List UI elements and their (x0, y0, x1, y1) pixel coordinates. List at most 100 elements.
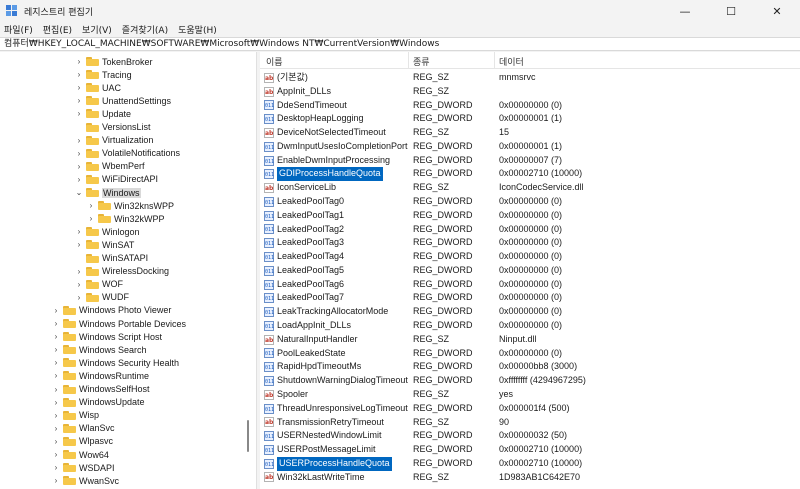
value-row[interactable]: 011 DesktopHeapLogging REG_DWORD 0x00000001… (260, 112, 800, 126)
chevron-right-icon[interactable]: › (51, 369, 61, 382)
tree-item[interactable]: VersionsList (74, 121, 151, 134)
column-type-header[interactable]: 종류 (413, 55, 430, 68)
tree-item[interactable]: › Winlogon (74, 225, 140, 238)
chevron-right-icon[interactable]: › (51, 343, 61, 356)
chevron-right-icon[interactable]: › (74, 238, 84, 251)
chevron-right-icon[interactable]: › (86, 212, 96, 225)
chevron-right-icon[interactable]: › (51, 409, 61, 422)
key-tree[interactable]: › TokenBroker › Tracing › UAC › UnattendSetting… (0, 52, 257, 489)
value-row[interactable]: ab DeviceNotSelectedTimeout REG_SZ 15 (260, 126, 800, 140)
value-row[interactable]: 011 LeakedPoolTag4 REG_DWORD 0x00000000 (0) (260, 250, 800, 264)
value-row[interactable]: 011 LeakTrackingAllocatorMode REG_DWORD 0x0… (260, 305, 800, 319)
tree-scrollbar-thumb[interactable] (247, 420, 249, 452)
tree-item[interactable]: › Windows Search (51, 343, 147, 356)
chevron-right-icon[interactable]: › (51, 304, 61, 317)
chevron-right-icon[interactable]: › (74, 147, 84, 160)
value-row[interactable]: ab NaturalInputHandler REG_SZ Ninput.dll (260, 333, 800, 347)
value-row[interactable]: 011 GDIProcessHandleQuota REG_DWORD 0x00002… (260, 167, 800, 182)
value-row[interactable]: 011 ShutdownWarningDialogTimeout REG_DWORD… (260, 374, 800, 388)
chevron-right-icon[interactable]: › (51, 461, 61, 474)
chevron-down-icon[interactable]: ⌄ (74, 186, 84, 199)
value-row[interactable]: 011 LeakedPoolTag0 REG_DWORD 0x00000000 (0) (260, 195, 800, 209)
value-row[interactable]: 011 LeakedPoolTag6 REG_DWORD 0x00000000 (0) (260, 278, 800, 292)
chevron-right-icon[interactable]: › (74, 55, 84, 68)
tree-item[interactable]: › VolatileNotifications (74, 147, 180, 160)
menu-file[interactable]: 파일(F) (4, 23, 33, 36)
tree-item[interactable]: › WiFiDirectAPI (74, 173, 158, 186)
address-bar[interactable]: 컴퓨터₩HKEY_LOCAL_MACHINE₩SOFTWARE₩Microsof… (0, 37, 800, 51)
chevron-right-icon[interactable]: › (51, 422, 61, 435)
chevron-right-icon[interactable]: › (51, 383, 61, 396)
chevron-right-icon[interactable]: › (51, 317, 61, 330)
tree-item[interactable]: › Wisp (51, 409, 99, 422)
tree-item[interactable]: › WirelessDocking (74, 265, 169, 278)
chevron-right-icon[interactable]: › (74, 134, 84, 147)
value-row[interactable]: 011 EnableDwmInputProcessing REG_DWORD 0x00… (260, 154, 800, 168)
value-row[interactable]: ab Spooler REG_SZ yes (260, 388, 800, 402)
menu-favorites[interactable]: 즐겨찾기(A) (122, 23, 168, 36)
tree-item[interactable]: ⌄ Windows (74, 186, 141, 199)
tree-item[interactable]: › WindowsUpdate (51, 396, 145, 409)
value-row[interactable]: ab TransmissionRetryTimeout REG_SZ 90 (260, 416, 800, 430)
chevron-right-icon[interactable]: › (51, 356, 61, 369)
tree-item[interactable]: › WlanSvc (51, 422, 115, 435)
tree-item[interactable]: › WbemPerf (74, 160, 145, 173)
chevron-right-icon[interactable]: › (51, 474, 61, 487)
chevron-right-icon[interactable]: › (51, 435, 61, 448)
close-button[interactable]: ✕ (754, 0, 800, 22)
tree-item[interactable]: › Win32kWPP (86, 212, 165, 225)
value-row[interactable]: 011 LoadAppInit_DLLs REG_DWORD 0x00000000 (… (260, 319, 800, 333)
value-list[interactable]: 이름 종류 데이터 ab (기본값) REG_SZ mnmsrvc ab AppInit_… (260, 52, 800, 489)
tree-item[interactable]: › WwanSvc (51, 474, 119, 487)
value-row[interactable]: 011 ThreadUnresponsiveLogTimeout REG_DWORD… (260, 402, 800, 416)
chevron-right-icon[interactable]: › (74, 94, 84, 107)
chevron-right-icon[interactable]: › (74, 225, 84, 238)
chevron-right-icon[interactable]: › (51, 448, 61, 461)
tree-item[interactable]: › Win32knsWPP (86, 199, 174, 212)
value-row[interactable]: ab IconServiceLib REG_SZ IconCodecService.d… (260, 181, 800, 195)
value-row[interactable]: 011 RapidHpdTimeoutMs REG_DWORD 0x00000bb8 … (260, 360, 800, 374)
value-row[interactable]: ab AppInit_DLLs REG_SZ (260, 85, 800, 99)
tree-item[interactable]: › WinSAT (74, 238, 135, 251)
value-row[interactable]: 011 LeakedPoolTag3 REG_DWORD 0x00000000 (0) (260, 236, 800, 250)
chevron-right-icon[interactable]: › (51, 330, 61, 343)
tree-item[interactable]: › Windows Security Health (51, 356, 179, 369)
tree-item[interactable]: › UAC (74, 81, 121, 94)
column-data-header[interactable]: 데이터 (499, 55, 524, 68)
value-row[interactable]: 011 DwmInputUsesIoCompletionPort REG_DWORD… (260, 140, 800, 154)
chevron-right-icon[interactable]: › (86, 199, 96, 212)
tree-item[interactable]: › WOF (74, 278, 123, 291)
value-row[interactable]: 011 LeakedPoolTag1 REG_DWORD 0x00000000 (0) (260, 209, 800, 223)
chevron-right-icon[interactable]: › (74, 107, 84, 120)
value-row[interactable]: 011 USERNestedWindowLimit REG_DWORD 0x00000… (260, 429, 800, 443)
tree-item[interactable]: › Windows Portable Devices (51, 317, 186, 330)
tree-item[interactable]: › WSDAPI (51, 461, 115, 474)
chevron-right-icon[interactable]: › (74, 81, 84, 94)
column-name-header[interactable]: 이름 (266, 55, 283, 68)
chevron-right-icon[interactable]: › (74, 160, 84, 173)
menu-help[interactable]: 도움말(H) (178, 23, 217, 36)
chevron-right-icon[interactable]: › (74, 278, 84, 291)
tree-item[interactable]: › Virtualization (74, 134, 154, 147)
tree-item[interactable]: › Wlpasvc (51, 435, 113, 448)
tree-item[interactable]: › UnattendSettings (74, 94, 171, 107)
tree-item[interactable]: › Windows Photo Viewer (51, 304, 172, 317)
tree-item[interactable]: › Update (74, 107, 131, 120)
chevron-right-icon[interactable]: › (51, 396, 61, 409)
tree-item[interactable]: › Tracing (74, 68, 132, 81)
value-row[interactable]: 011 LeakedPoolTag2 REG_DWORD 0x00000000 (0) (260, 223, 800, 237)
chevron-right-icon[interactable]: › (74, 291, 84, 304)
tree-item[interactable]: › Windows Script Host (51, 330, 162, 343)
tree-item[interactable]: › WUDF (74, 291, 129, 304)
value-row[interactable]: 011 USERProcessHandleQuota REG_DWORD 0x0000… (260, 456, 800, 471)
tree-item[interactable]: WinSATAPI (74, 252, 148, 265)
tree-item[interactable]: › WindowsSelfHost (51, 383, 150, 396)
menu-edit[interactable]: 편집(E) (43, 23, 72, 36)
tree-item[interactable]: › TokenBroker (74, 55, 153, 68)
chevron-right-icon[interactable]: › (74, 68, 84, 81)
value-row[interactable]: 011 LeakedPoolTag7 REG_DWORD 0x00000000 (0) (260, 291, 800, 305)
value-row[interactable]: 011 USERPostMessageLimit REG_DWORD 0x000027… (260, 443, 800, 457)
chevron-right-icon[interactable]: › (74, 173, 84, 186)
value-row[interactable]: ab (기본값) REG_SZ mnmsrvc (260, 71, 800, 85)
value-row[interactable]: 011 PoolLeakedState REG_DWORD 0x00000000 (0… (260, 347, 800, 361)
